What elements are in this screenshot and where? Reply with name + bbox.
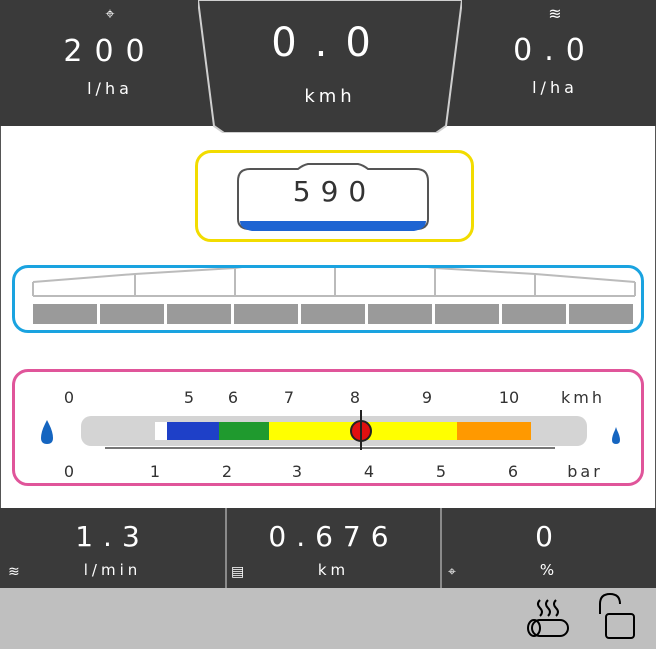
target-rate-unit: l/ha <box>87 79 133 98</box>
percent-unit: % <box>539 561 559 579</box>
actual-rate-panel[interactable]: ≋ 0.0 l/ha <box>500 0 610 126</box>
percent-value: 0 <box>535 520 563 553</box>
target-rate-panel[interactable]: ⌖ 200 l/ha <box>60 0 160 126</box>
speed-tick: 0 <box>63 388 75 407</box>
speed-unit: kmh <box>304 86 356 107</box>
pressure-tick: 2 <box>221 462 233 481</box>
speed-tick: 9 <box>421 388 433 407</box>
speed-value: 0.0 <box>271 20 389 66</box>
boom-panel[interactable] <box>12 265 644 333</box>
flow-unit: l/min <box>83 561 142 579</box>
flow-value: 1.3 <box>75 520 150 553</box>
target-icon: ⌖ <box>448 564 456 580</box>
tank-volume: 590 <box>292 175 377 208</box>
pressure-tick: 6 <box>507 462 519 481</box>
speed-tick: 6 <box>227 388 239 407</box>
pressure-unit: bar <box>567 462 603 481</box>
target-rate-value: 200 <box>63 34 157 69</box>
speed-tick: 8 <box>349 388 361 407</box>
distance-unit: km <box>317 561 350 579</box>
pressure-tick: 5 <box>435 462 447 481</box>
speed-pressure-panel[interactable]: 0 5 6 7 8 9 10 kmh 0 1 2 3 4 5 6 bar <box>12 369 644 486</box>
target-icon: ⌖ <box>105 4 115 23</box>
flow-panel[interactable]: 1.3 l/min ≋ <box>0 508 225 588</box>
distance-panel[interactable]: 0.676 km ▤ <box>227 508 440 588</box>
rinse-tank-icon[interactable] <box>522 596 574 642</box>
pressure-tick: 1 <box>149 462 161 481</box>
clipboard-icon: ▤ <box>231 564 245 580</box>
pressure-tick: 0 <box>63 462 75 481</box>
status-bar <box>0 588 656 649</box>
flow-icon: ≋ <box>8 564 20 580</box>
actual-rate-unit: l/ha <box>532 78 578 97</box>
distance-value: 0.676 <box>268 520 399 553</box>
actual-rate-value: 0.0 <box>513 33 597 68</box>
speed-tick: 7 <box>283 388 295 407</box>
speed-display: 0.0 kmh <box>240 0 420 126</box>
unlock-icon[interactable] <box>594 592 640 642</box>
pressure-tick: 4 <box>363 462 375 481</box>
flow-icon: ≋ <box>548 4 562 23</box>
percent-panel[interactable]: 0 % ⌖ <box>442 508 656 588</box>
boom-sections <box>32 268 636 324</box>
tank-panel[interactable]: 590 <box>195 150 474 242</box>
speed-gauge <box>41 410 620 450</box>
speed-tick: 10 <box>498 388 520 407</box>
speed-unit: kmh <box>561 388 605 407</box>
pressure-tick: 3 <box>291 462 303 481</box>
speed-tick: 5 <box>183 388 195 407</box>
